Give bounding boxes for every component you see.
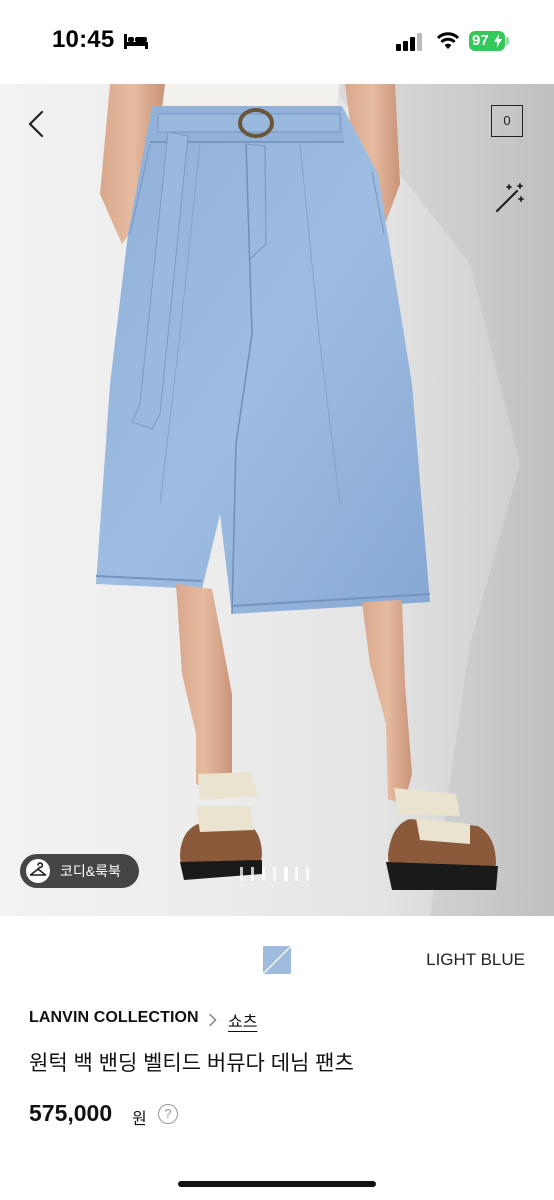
magic-wand-icon	[495, 183, 524, 213]
status-time: 10:45	[52, 26, 115, 53]
back-button[interactable]	[22, 104, 54, 144]
page-dot	[262, 867, 265, 881]
look-book-button[interactable]: 코디&룩북	[20, 854, 139, 888]
product-image-gallery[interactable]: 0 코디&룩북	[0, 84, 554, 916]
hanger-icon	[26, 859, 50, 883]
cart-count: 0	[503, 113, 511, 128]
color-swatch-light-blue[interactable]	[263, 946, 291, 974]
selected-color-name: LIGHT BLUE	[426, 950, 525, 969]
signal-icon	[396, 33, 422, 51]
page-dot	[251, 867, 254, 881]
chevron-right-icon	[209, 1013, 217, 1027]
product-photo	[95, 84, 554, 916]
page-dot	[273, 867, 276, 881]
category-link[interactable]: 쇼츠	[228, 1008, 257, 1032]
bed-icon	[124, 34, 148, 49]
brand-link[interactable]: LANVIN COLLECTION	[29, 1009, 199, 1027]
product-price: 575,000	[29, 1100, 113, 1126]
price-currency: 원	[132, 1111, 147, 1128]
page-dot	[306, 867, 309, 881]
battery-level: 97	[472, 32, 489, 49]
look-book-label: 코디&룩북	[60, 863, 121, 879]
magic-wand-button[interactable]	[492, 182, 526, 216]
bolt-icon	[494, 34, 502, 48]
product-title: 원턱 백 밴딩 벨티드 버뮤다 데님 팬츠	[29, 1052, 354, 1075]
status-bar: 10:45 97	[0, 0, 554, 84]
wifi-icon	[436, 32, 460, 49]
battery-icon: 97	[469, 31, 505, 51]
price-help-icon[interactable]: ?	[158, 1104, 178, 1124]
battery-cap	[506, 37, 509, 45]
page-dot	[240, 867, 243, 881]
back-arrow-icon	[28, 110, 44, 138]
page-indicator	[240, 867, 320, 883]
home-indicator[interactable]	[178, 1181, 376, 1187]
page-dot	[295, 867, 298, 881]
page-dot	[284, 867, 288, 881]
cart-button[interactable]: 0	[491, 105, 523, 137]
